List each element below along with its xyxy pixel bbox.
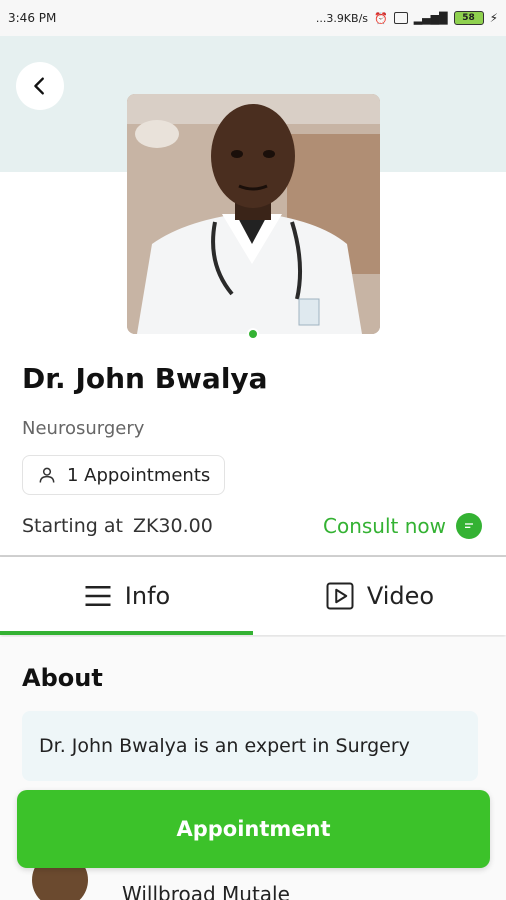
back-button[interactable] [16,62,64,110]
price-value: ZK30.00 [132,515,213,537]
chevron-left-icon [34,77,44,95]
appointments-count-label: 1 Appointments [67,464,211,486]
doctor-specialty: Neurosurgery [22,418,145,439]
alarm-icon: ⏰ [374,11,388,25]
appointment-button-label: Appointment [176,817,331,841]
doctor-name: Dr. John Bwalya [22,362,268,395]
status-icons: ...3.9KB/s ⏰ ▂▄▆█ 58 ⚡ [316,11,498,25]
online-status-dot [247,328,259,340]
user-icon [39,467,55,483]
tab-info[interactable]: Info [0,557,253,635]
chat-icon [456,513,482,539]
consult-now-label: Consult now [323,514,446,538]
network-speed: ...3.9KB/s [315,11,369,25]
price-info: Starting at ZK30.00 [22,515,213,537]
price-prefix: Starting at [22,515,123,537]
play-icon [326,582,354,610]
consult-now-button[interactable]: Consult now [323,513,482,539]
tab-video-label: Video [366,582,435,610]
tab-info-label: Info [124,582,171,610]
reviewer-name: Willbroad Mutale [122,882,290,900]
about-text-box: Dr. John Bwalya is an expert in Surgery [22,711,478,781]
status-bar: 3:46 PM ...3.9KB/s ⏰ ▂▄▆█ 58 ⚡ [0,0,506,36]
doctor-photo [127,94,380,334]
price-row: Starting at ZK30.00 Consult now [22,513,482,539]
signal-icon: ▂▄▆█ [413,11,448,25]
appointments-count-chip: 1 Appointments [22,455,226,495]
sim-icon [393,12,408,24]
charging-icon: ⚡ [489,11,498,25]
appointment-button[interactable]: Appointment [17,790,490,868]
battery-level: 58 [462,13,475,23]
about-heading: About [22,664,103,692]
tab-video[interactable]: Video [253,557,506,635]
status-time: 3:46 PM [8,11,57,25]
menu-icon [85,586,111,606]
profile-tabs: Info Video [0,557,506,635]
battery-icon: 58 [453,11,484,25]
about-text: Dr. John Bwalya is an expert in Surgery [39,735,410,757]
